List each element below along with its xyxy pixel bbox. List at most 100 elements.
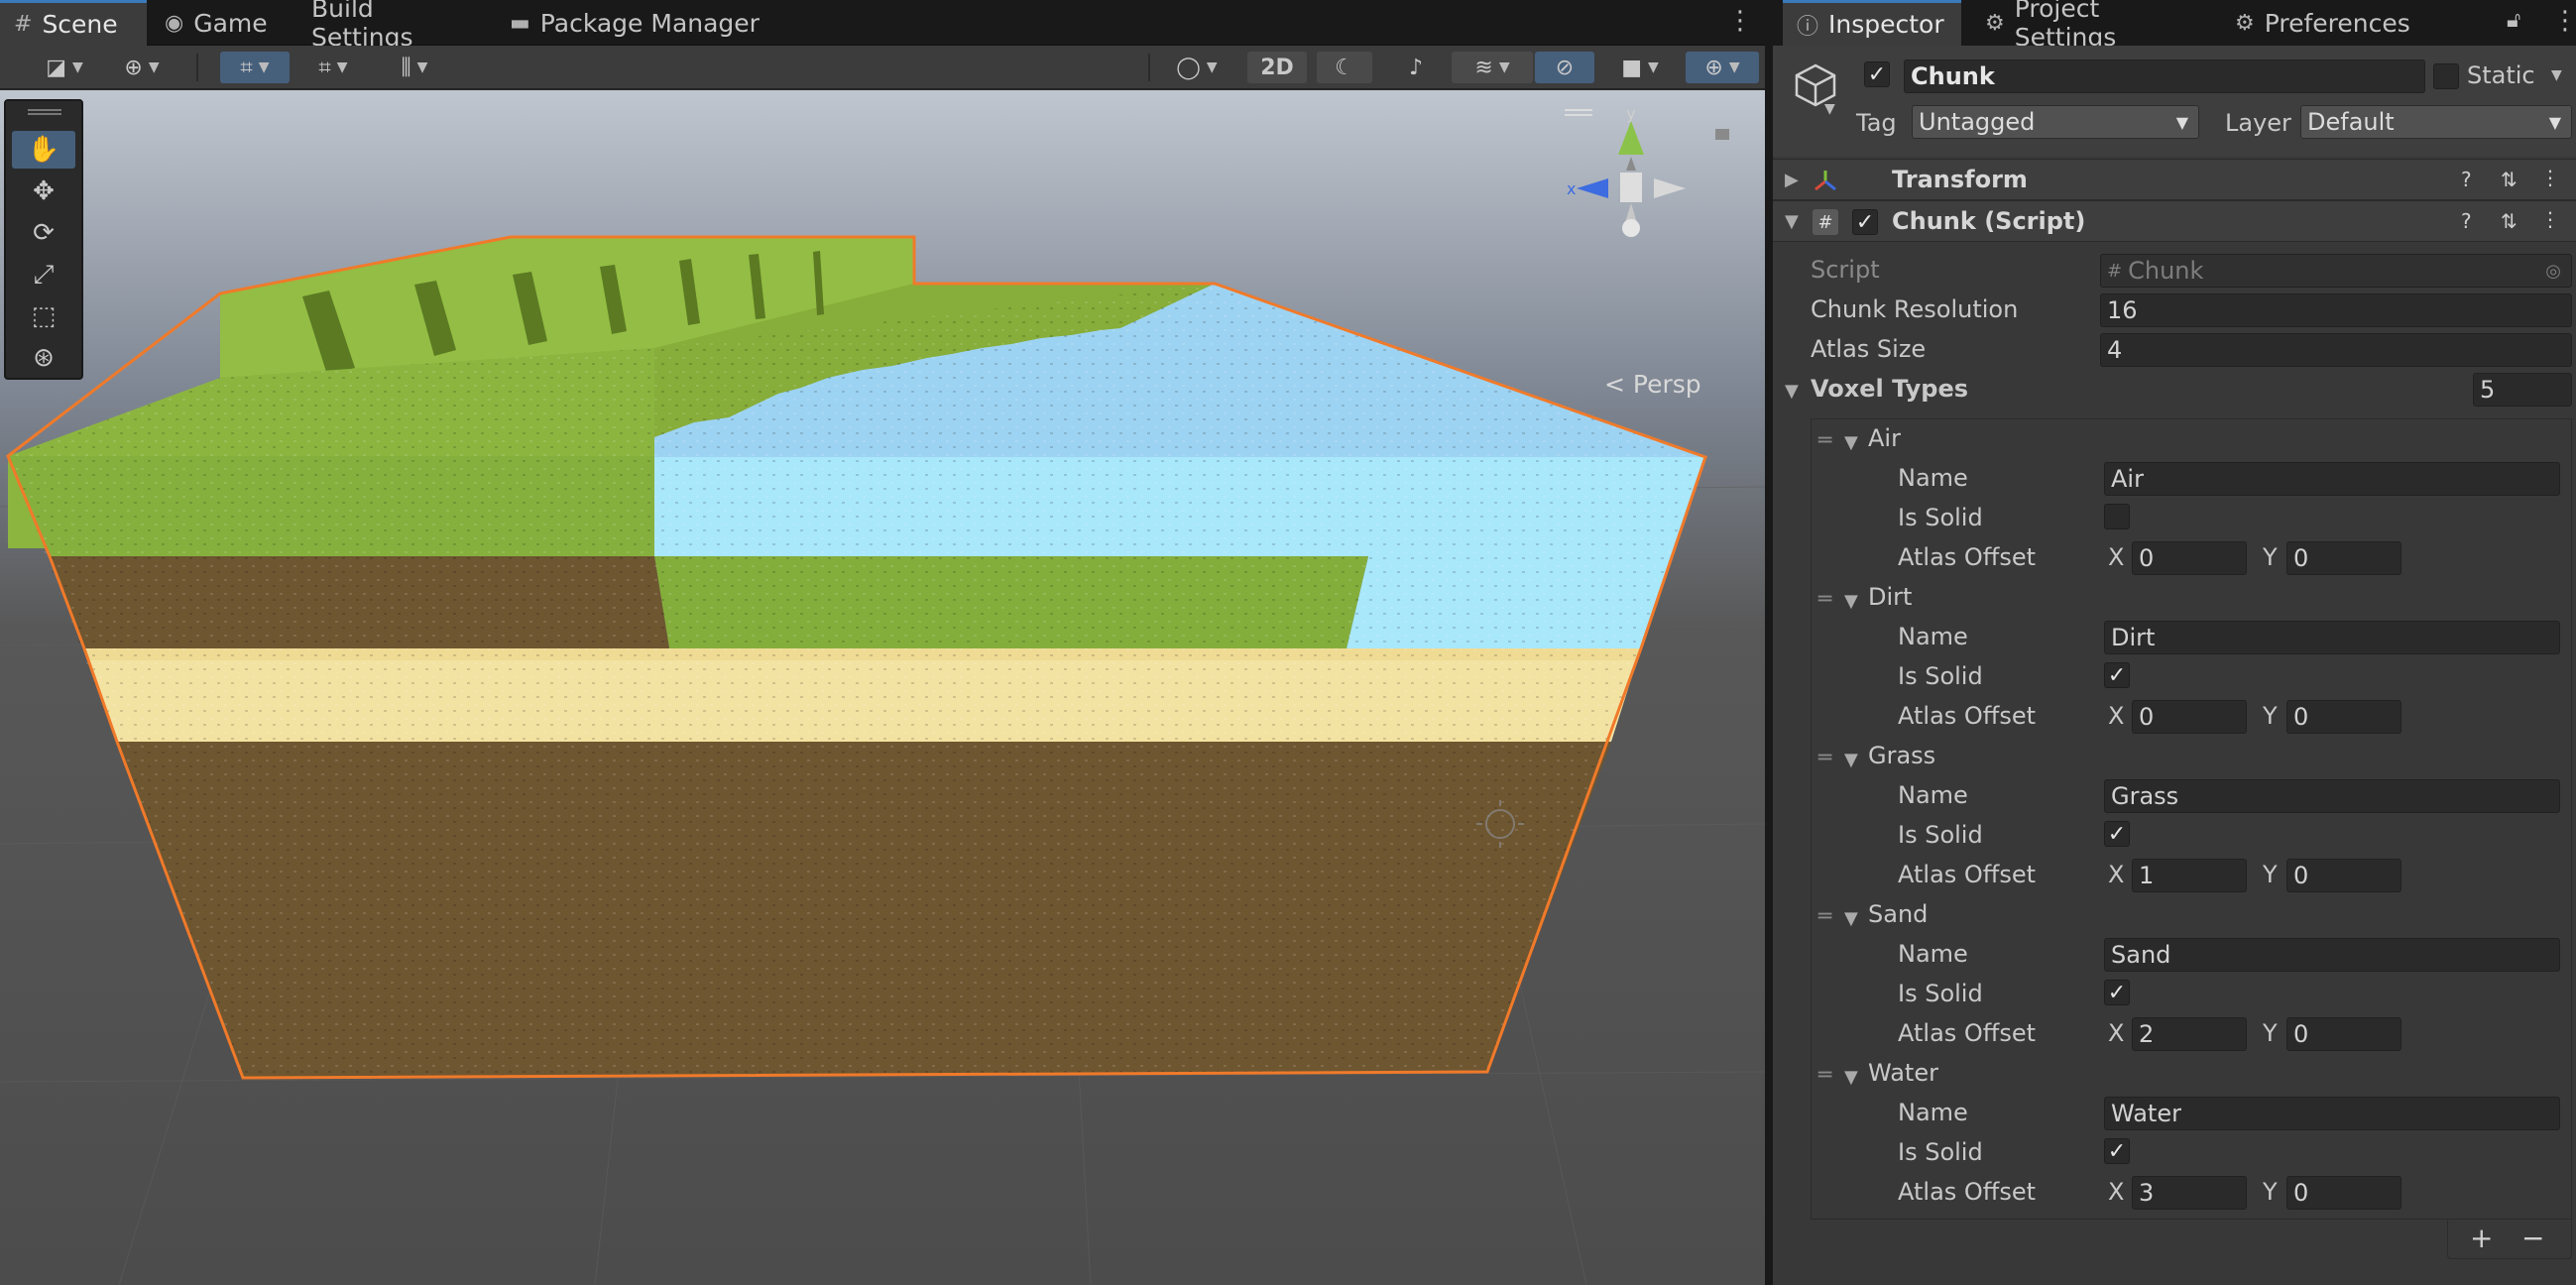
script-icon: # — [1813, 209, 1838, 235]
drag-handle-icon[interactable] — [28, 109, 61, 111]
orientation-gizmo[interactable]: y x — [1557, 109, 1705, 258]
tag-dropdown[interactable]: Untagged — [1912, 105, 2199, 139]
scene-render — [0, 90, 1765, 1285]
camera-icon: ■ — [1621, 55, 1642, 80]
drag-handle-icon[interactable]: ═ — [1818, 746, 1831, 770]
align-tools-dropdown[interactable]: ⫼ ▼ — [379, 52, 450, 83]
rotate-tool-button[interactable]: ⟳ — [12, 214, 75, 252]
atlas-offset-x-field[interactable]: 0 — [2132, 700, 2247, 734]
active-checkbox[interactable]: ✓ — [1864, 61, 1890, 87]
is-solid-checkbox[interactable]: ✓ — [2104, 821, 2130, 847]
name-field[interactable]: Dirt — [2104, 621, 2560, 654]
more-options-icon[interactable]: ⋮ — [2540, 166, 2560, 189]
rect-icon: ⬚ — [31, 301, 57, 331]
drag-handle-icon[interactable]: ═ — [1818, 587, 1831, 612]
2d-toggle-button[interactable]: 2D — [1247, 52, 1307, 83]
scale-tool-button[interactable]: ⤢ — [12, 256, 75, 293]
lighting-toggle-button[interactable]: ☾ — [1317, 52, 1372, 83]
name-field[interactable]: Air — [2104, 462, 2560, 496]
chevron-down-icon[interactable]: ▼ — [1844, 432, 1858, 453]
grid-snap-toggle[interactable]: ⌗ ▼ — [220, 52, 290, 83]
render-mode-dropdown[interactable]: ⊕ ▼ — [107, 52, 176, 83]
gizmos-dropdown[interactable]: ⊕ ▼ — [1686, 52, 1759, 83]
lock-icon[interactable]: 🔓︎ — [2507, 8, 2520, 33]
lock-icon[interactable] — [1715, 129, 1729, 140]
scene-viewport[interactable]: y x < Persp — [0, 90, 1765, 1285]
chevron-down-icon[interactable]: ▼ — [1844, 591, 1858, 612]
drag-handle-icon[interactable]: ═ — [1818, 1063, 1831, 1088]
atlas-offset-x-field[interactable]: 3 — [2132, 1176, 2247, 1210]
help-icon[interactable]: ? — [2461, 168, 2472, 191]
atlas-offset-y-field[interactable]: 0 — [2286, 1017, 2401, 1051]
draw-mode-dropdown[interactable]: ◪ ▼ — [30, 52, 99, 83]
camera-settings-dropdown[interactable]: ■ ▼ — [1604, 52, 1676, 83]
chevron-down-icon[interactable]: ▼ — [1844, 908, 1858, 929]
more-options-icon[interactable]: ⋮ — [2540, 207, 2560, 231]
gameobject-name-field[interactable]: Chunk — [1904, 59, 2425, 93]
voxel-types-count-field[interactable]: 5 — [2473, 373, 2572, 407]
help-icon[interactable]: ? — [2461, 209, 2472, 233]
camera-orbit-dropdown[interactable]: ◯ ▼ — [1158, 52, 1235, 83]
atlas-offset-x-field[interactable]: 1 — [2132, 859, 2247, 892]
hidden-objects-toggle[interactable]: ⊘ — [1535, 52, 1594, 83]
shaded-mode-icon: ◪ — [46, 55, 66, 80]
component-enabled-checkbox[interactable]: ✓ — [1852, 209, 1878, 235]
static-checkbox[interactable] — [2433, 63, 2459, 89]
name-field[interactable]: Water — [2104, 1097, 2560, 1130]
chunk-resolution-field[interactable]: 16 — [2100, 293, 2572, 327]
scene-toolbar: ◪ ▼ ⊕ ▼ ⌗ ▼ ⌗ ▼ ⫼ ▼ ◯ ▼ 2D ☾ ♪ ≋ ▼ ⊘ ■ ▼ ⊕ ▼ — [0, 46, 1765, 89]
more-options-icon[interactable]: ⋮ — [2552, 6, 2576, 36]
inspector-tab-bar: ⓘ Inspector ⚙ Project Settings ⚙ Prefere… — [1773, 0, 2576, 52]
presets-icon[interactable]: ⇅ — [2501, 209, 2517, 233]
tab-game[interactable]: ◉ Game — [151, 0, 276, 46]
remove-element-button[interactable]: − — [2521, 1222, 2544, 1254]
gear-icon: ⚙ — [1985, 10, 2005, 36]
atlas-offset-y-field[interactable]: 0 — [2286, 1176, 2401, 1210]
atlas-offset-y-field[interactable]: 0 — [2286, 541, 2401, 575]
voxel-types-label[interactable]: Voxel Types — [1811, 375, 1968, 403]
drag-handle-icon[interactable]: ═ — [1818, 904, 1831, 929]
chevron-down-icon[interactable]: ▼ — [1785, 381, 1799, 402]
chevron-down-icon[interactable]: ▼ — [1844, 750, 1858, 770]
atlas-offset-y-field[interactable]: 0 — [2286, 859, 2401, 892]
tab-project-settings[interactable]: ⚙ Project Settings — [1971, 0, 2209, 52]
tab-scene[interactable]: # Scene — [0, 0, 147, 46]
drag-handle-icon[interactable]: ═ — [1818, 428, 1831, 453]
move-tool-button[interactable]: ✥ — [12, 173, 75, 210]
tab-package-manager[interactable]: ▬ Package Manager — [496, 0, 773, 46]
rect-tool-button[interactable]: ⬚ — [12, 297, 75, 335]
tab-inspector[interactable]: ⓘ Inspector — [1783, 0, 1961, 46]
add-element-button[interactable]: + — [2470, 1222, 2493, 1254]
chevron-down-icon[interactable]: ▼ — [1844, 1067, 1858, 1088]
hand-tool-button[interactable]: ✋ — [12, 131, 75, 169]
chevron-down-icon[interactable]: ▼ — [1824, 101, 1835, 117]
tag-label: Tag — [1856, 109, 1897, 137]
atlas-offset-x-field[interactable]: 2 — [2132, 1017, 2247, 1051]
audio-toggle-button[interactable]: ♪ — [1388, 52, 1444, 83]
chunk-script-component-header[interactable]: ▼ # ✓ Chunk (Script) ? ⇅ ⋮ — [1773, 200, 2576, 242]
tab-build-settings[interactable]: Build Settings — [297, 0, 476, 52]
name-field[interactable]: Grass — [2104, 779, 2560, 813]
presets-icon[interactable]: ⇅ — [2501, 168, 2517, 191]
more-options-icon[interactable]: ⋮ — [1727, 6, 1753, 36]
inspector-window: ⓘ Inspector ⚙ Project Settings ⚙ Prefere… — [1769, 0, 2576, 1285]
chevron-down-icon[interactable]: ▼ — [1785, 211, 1799, 232]
transform-component-header[interactable]: ▶ Transform ? ⇅ ⋮ — [1773, 159, 2576, 200]
tab-preferences[interactable]: ⚙ Preferences — [2221, 0, 2449, 46]
projection-label[interactable]: < Persp — [1604, 370, 1701, 399]
name-field[interactable]: Sand — [2104, 938, 2560, 972]
is-solid-checkbox[interactable]: ✓ — [2104, 1138, 2130, 1164]
is-solid-checkbox[interactable]: ✓ — [2104, 980, 2130, 1005]
is-solid-checkbox[interactable]: ✓ — [2104, 662, 2130, 688]
atlas-offset-x-field[interactable]: 0 — [2132, 541, 2247, 575]
chevron-down-icon[interactable]: ▼ — [2551, 67, 2562, 83]
scene-window: # Scene ◉ Game Build Settings ▬ Package … — [0, 0, 1765, 1285]
atlas-size-field[interactable]: 4 — [2100, 333, 2572, 367]
atlas-offset-y-field[interactable]: 0 — [2286, 700, 2401, 734]
chevron-right-icon[interactable]: ▶ — [1785, 170, 1799, 190]
effects-dropdown[interactable]: ≋ ▼ — [1452, 52, 1533, 83]
layer-dropdown[interactable]: Default — [2300, 105, 2572, 139]
transform-tool-button[interactable]: ⊛ — [12, 339, 75, 377]
increment-snap-toggle[interactable]: ⌗ ▼ — [297, 52, 369, 83]
is-solid-checkbox[interactable] — [2104, 504, 2130, 529]
